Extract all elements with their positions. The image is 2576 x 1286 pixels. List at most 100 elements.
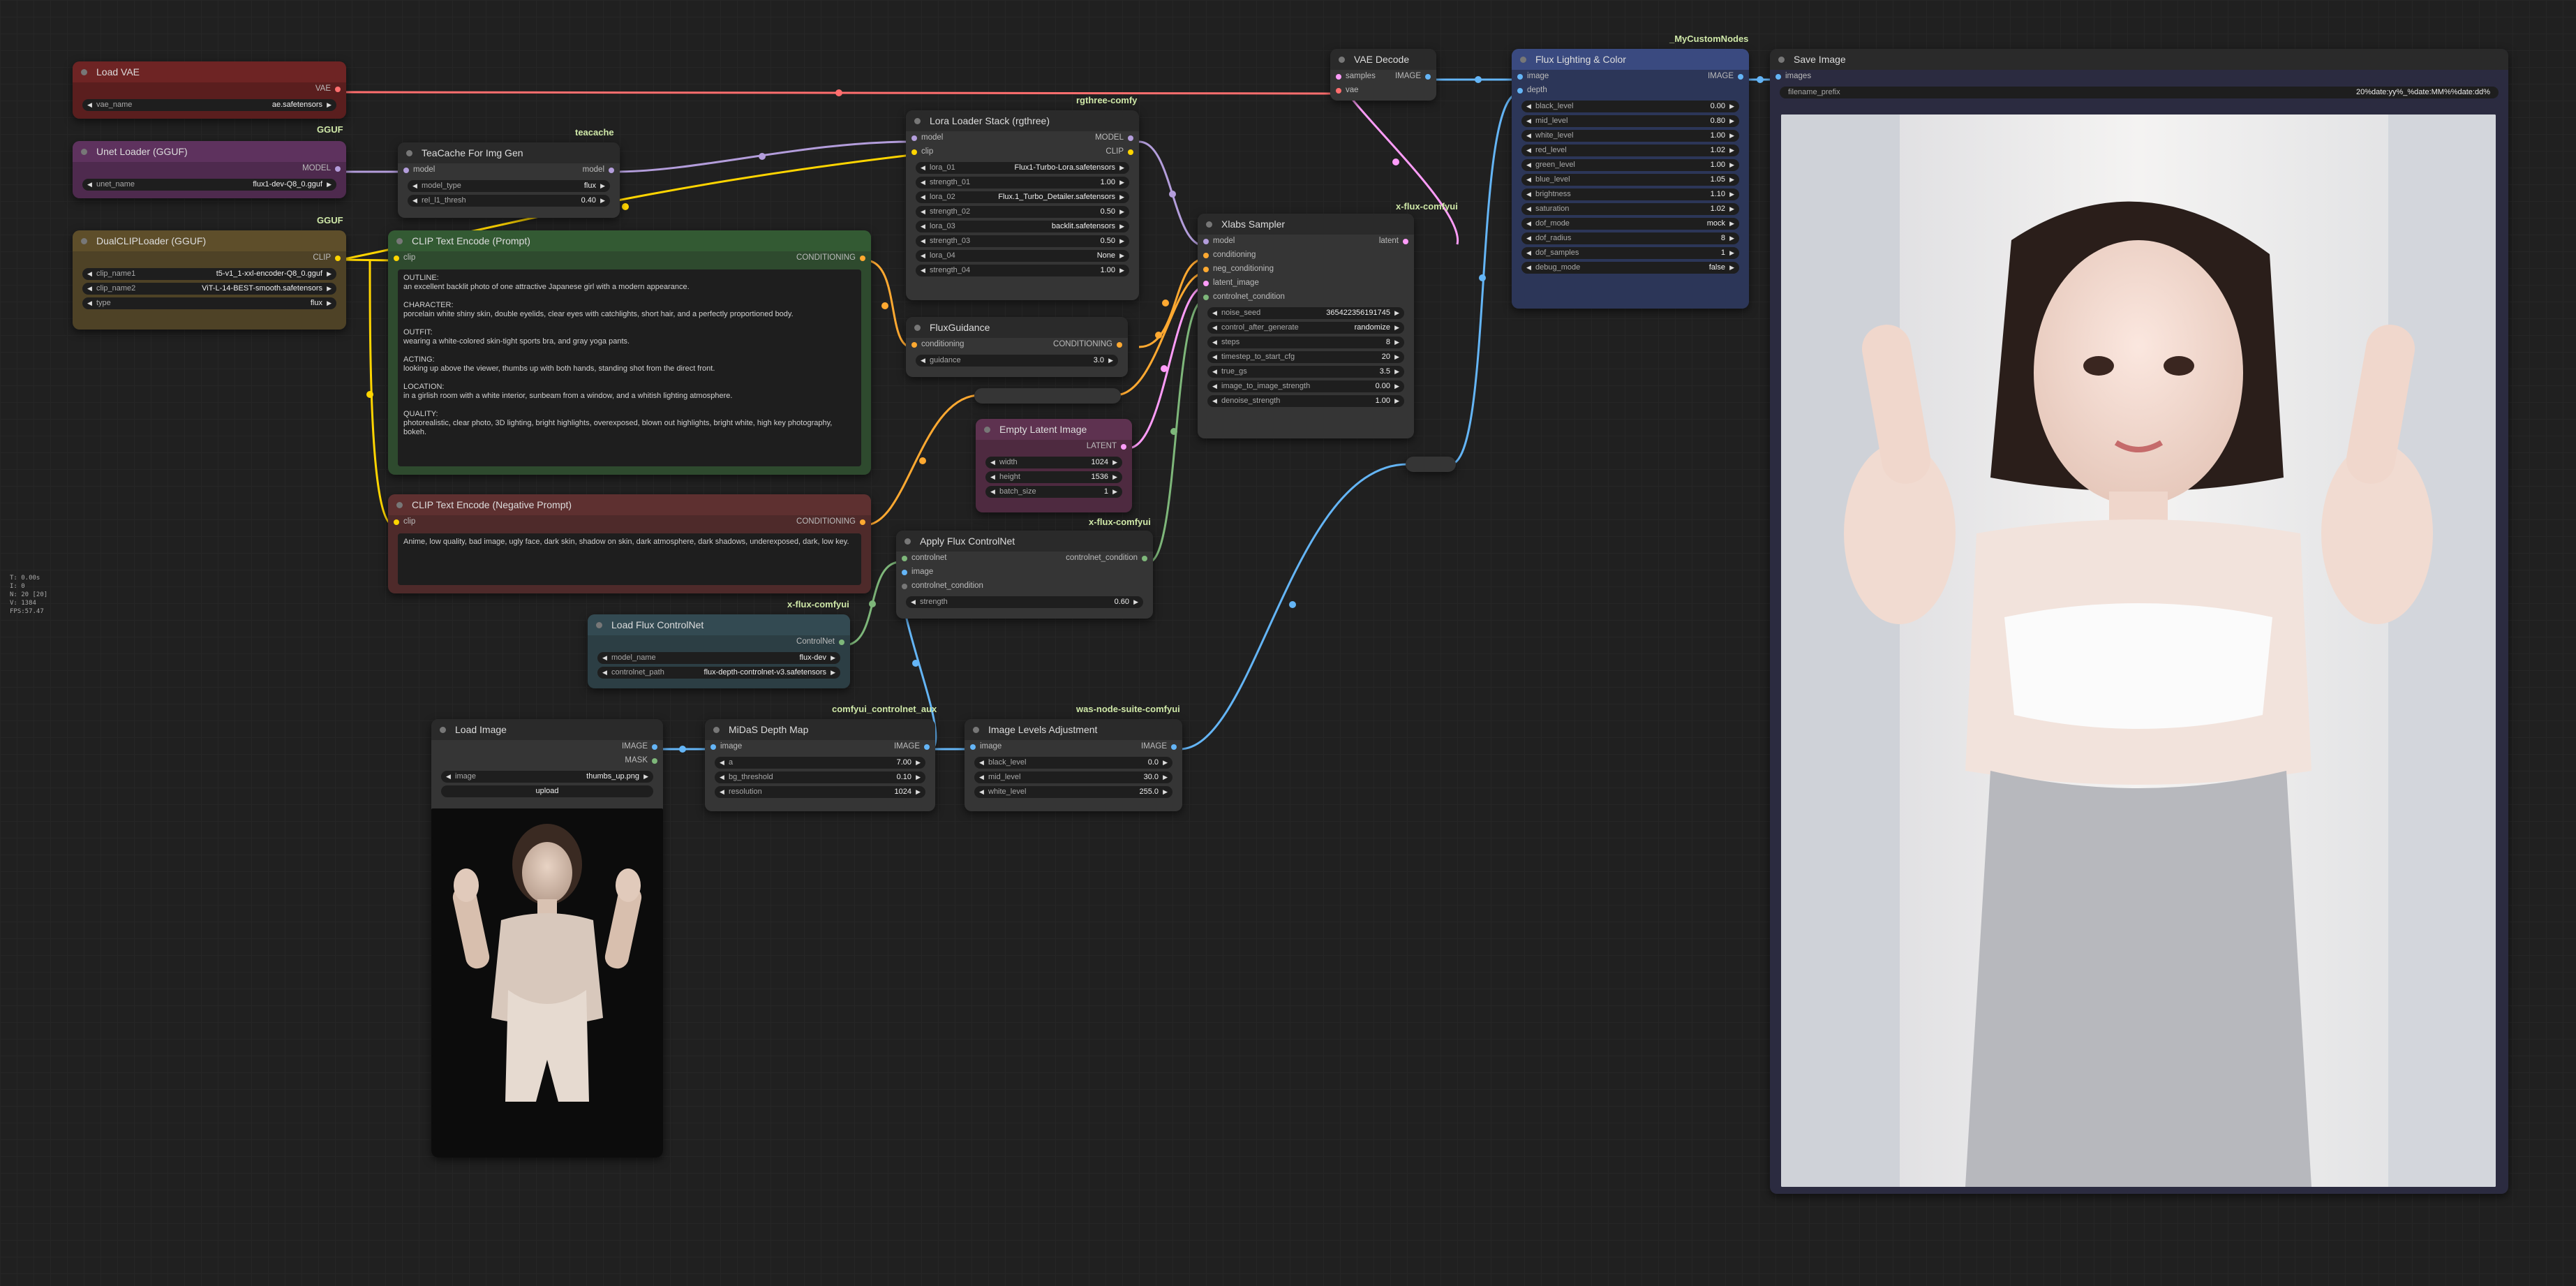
widget-noise-seed[interactable]: ◀ noise_seed 365422356191745 ▶: [1207, 307, 1404, 319]
input-socket[interactable]: [911, 135, 917, 141]
widget-guidance[interactable]: ◀ guidance 3.0 ▶: [916, 355, 1118, 367]
node-dualcliploader[interactable]: DualCLIPLoader (GGUF) CLIP ◀ clip_name1 t5…: [73, 230, 346, 330]
arrow-right-icon[interactable]: ▶: [831, 667, 835, 679]
arrow-left-icon[interactable]: ◀: [921, 191, 925, 203]
widget-dof-samples[interactable]: ◀ dof_samples 1 ▶: [1521, 247, 1739, 259]
widget-batch-size[interactable]: ◀ batch_size 1 ▶: [985, 486, 1122, 498]
input-socket[interactable]: [970, 744, 976, 750]
widget-strength[interactable]: ◀ strength 0.60 ▶: [906, 596, 1143, 608]
arrow-left-icon[interactable]: ◀: [990, 457, 995, 468]
arrow-left-icon[interactable]: ◀: [87, 99, 92, 111]
arrow-right-icon[interactable]: ▶: [831, 652, 835, 664]
arrow-left-icon[interactable]: ◀: [921, 250, 925, 262]
node-title[interactable]: Image Levels Adjustment: [965, 719, 1182, 740]
collapse-dot-icon[interactable]: [81, 69, 87, 75]
arrow-right-icon[interactable]: ▶: [1133, 596, 1138, 608]
collapse-dot-icon[interactable]: [1339, 57, 1345, 63]
arrow-left-icon[interactable]: ◀: [990, 486, 995, 498]
arrow-left-icon[interactable]: ◀: [602, 652, 607, 664]
output-socket[interactable]: [335, 256, 341, 261]
prompt-textarea[interactable]: OUTLINE: an excellent backlit photo of o…: [398, 269, 861, 466]
widget-resolution[interactable]: ◀ resolution 1024 ▶: [715, 786, 925, 798]
reroute-node[interactable]: [974, 388, 1121, 404]
arrow-right-icon[interactable]: ▶: [1119, 162, 1124, 174]
arrow-right-icon[interactable]: ▶: [1112, 457, 1117, 468]
arrow-left-icon[interactable]: ◀: [1526, 189, 1531, 200]
arrow-right-icon[interactable]: ▶: [1729, 130, 1734, 142]
output-socket[interactable]: [1403, 239, 1408, 244]
node-clip-text-encode-prompt[interactable]: CLIP Text Encode (Prompt) clip CONDITIONI…: [388, 230, 871, 475]
arrow-right-icon[interactable]: ▶: [916, 771, 921, 783]
output-socket[interactable]: [860, 256, 865, 261]
arrow-right-icon[interactable]: ▶: [1108, 355, 1113, 367]
widget-brightness[interactable]: ◀ brightness 1.10 ▶: [1521, 189, 1739, 200]
node-title[interactable]: Lora Loader Stack (rgthree): [906, 110, 1139, 131]
output-socket[interactable]: [839, 640, 844, 645]
arrow-right-icon[interactable]: ▶: [916, 757, 921, 769]
arrow-right-icon[interactable]: ▶: [327, 99, 332, 111]
collapse-dot-icon[interactable]: [396, 238, 403, 244]
collapse-dot-icon[interactable]: [914, 118, 921, 124]
widget-strength-02[interactable]: ◀ strength_02 0.50 ▶: [916, 206, 1129, 218]
input-socket[interactable]: [902, 570, 907, 575]
arrow-right-icon[interactable]: ▶: [1112, 471, 1117, 483]
output-socket[interactable]: [335, 87, 341, 92]
input-socket[interactable]: [902, 556, 907, 561]
widget-true-gs[interactable]: ◀ true_gs 3.5 ▶: [1207, 366, 1404, 378]
node-unet-loader[interactable]: Unet Loader (GGUF) MODEL ◀ unet_name flux1…: [73, 141, 346, 198]
arrow-left-icon[interactable]: ◀: [1212, 307, 1217, 319]
output-socket[interactable]: [1425, 74, 1431, 80]
widget-a[interactable]: ◀ a 7.00 ▶: [715, 757, 925, 769]
arrow-right-icon[interactable]: ▶: [327, 179, 332, 191]
widget-bg-threshold[interactable]: ◀ bg_threshold 0.10 ▶: [715, 771, 925, 783]
arrow-right-icon[interactable]: ▶: [643, 771, 648, 783]
input-socket[interactable]: [1517, 74, 1523, 80]
reroute-node[interactable]: [1406, 457, 1456, 472]
input-socket[interactable]: [394, 256, 399, 261]
widget-image[interactable]: ◀ image thumbs_up.png ▶: [441, 771, 653, 783]
node-title[interactable]: Apply Flux ControlNet: [896, 531, 1153, 552]
output-socket[interactable]: [1121, 444, 1126, 450]
arrow-left-icon[interactable]: ◀: [1212, 366, 1217, 378]
node-teacache[interactable]: TeaCache For Img Gen model model ◀ model_t…: [398, 142, 620, 218]
output-socket[interactable]: [1117, 342, 1122, 348]
node-load-image[interactable]: Load Image IMAGE MASK ◀ image thumbs_up.pn…: [431, 719, 663, 1158]
arrow-left-icon[interactable]: ◀: [1526, 232, 1531, 244]
collapse-dot-icon[interactable]: [406, 150, 412, 156]
input-socket[interactable]: [1517, 88, 1523, 94]
input-socket[interactable]: [403, 168, 409, 173]
input-socket[interactable]: [1336, 88, 1341, 94]
node-title[interactable]: MiDaS Depth Map: [705, 719, 935, 740]
arrow-right-icon[interactable]: ▶: [1112, 486, 1117, 498]
arrow-right-icon[interactable]: ▶: [1729, 101, 1734, 112]
widget-black-level[interactable]: ◀ black_level 0.00 ▶: [1521, 101, 1739, 112]
arrow-left-icon[interactable]: ◀: [1212, 351, 1217, 363]
arrow-left-icon[interactable]: ◀: [921, 235, 925, 247]
arrow-left-icon[interactable]: ◀: [87, 179, 92, 191]
node-xlabs-sampler[interactable]: Xlabs Sampler model latent conditioning n…: [1198, 214, 1414, 438]
node-title[interactable]: VAE Decode: [1330, 49, 1436, 70]
output-socket[interactable]: [335, 166, 341, 172]
collapse-dot-icon[interactable]: [1520, 57, 1526, 63]
input-socket[interactable]: [1203, 267, 1209, 272]
arrow-left-icon[interactable]: ◀: [921, 206, 925, 218]
widget-image-to-image-strength[interactable]: ◀ image_to_image_strength 0.00 ▶: [1207, 380, 1404, 392]
arrow-right-icon[interactable]: ▶: [1394, 307, 1399, 319]
arrow-left-icon[interactable]: ◀: [1526, 247, 1531, 259]
arrow-right-icon[interactable]: ▶: [1729, 232, 1734, 244]
arrow-left-icon[interactable]: ◀: [1526, 159, 1531, 171]
node-title[interactable]: Flux Lighting & Color: [1512, 49, 1749, 70]
widget-clip-name2[interactable]: ◀ clip_name2 ViT-L-14-BEST-smooth.safetens…: [82, 283, 336, 295]
widget-lora-02[interactable]: ◀ lora_02 Flux.1_Turbo_Detailer.safetensor…: [916, 191, 1129, 203]
arrow-left-icon[interactable]: ◀: [1526, 115, 1531, 127]
arrow-right-icon[interactable]: ▶: [1394, 380, 1399, 392]
widget-denoise-strength[interactable]: ◀ denoise_strength 1.00 ▶: [1207, 395, 1404, 407]
widget-filename-prefix[interactable]: filename_prefix 20%date:yy%_%date:MM%%dat…: [1780, 87, 2499, 98]
widget-mid-level[interactable]: ◀ mid_level 30.0 ▶: [974, 771, 1172, 783]
widget-height[interactable]: ◀ height 1536 ▶: [985, 471, 1122, 483]
collapse-dot-icon[interactable]: [596, 622, 602, 628]
output-socket[interactable]: [1128, 149, 1133, 155]
input-socket[interactable]: [1775, 74, 1781, 80]
arrow-right-icon[interactable]: ▶: [1119, 221, 1124, 232]
node-midas-depth-map[interactable]: MiDaS Depth Map image IMAGE ◀ a 7.00 ▶ ◀ bg_t…: [705, 719, 935, 811]
